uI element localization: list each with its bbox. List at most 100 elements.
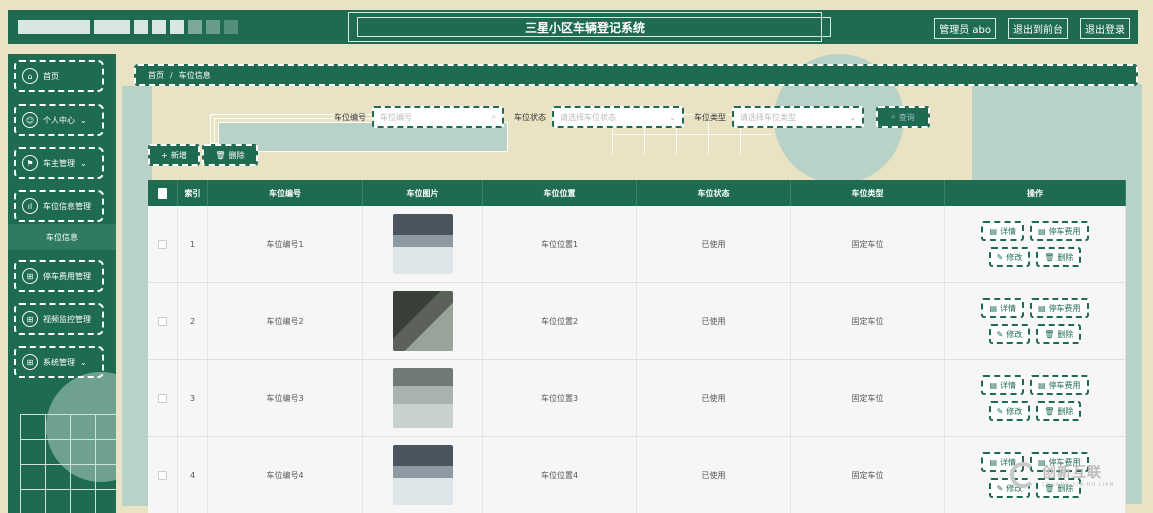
sidebar-item-system[interactable]: ⊞ 系统管理 ⌄ xyxy=(14,346,104,378)
row-location: 车位位置4 xyxy=(483,437,637,513)
search-type-label: 车位类型 xyxy=(694,112,726,122)
table-row: 3 车位编号3 车位位置3 已使用 固定车位 ▤ 详情 ▤ 停车费用 ✎ 修改 🗑 删除 xyxy=(148,360,1126,437)
detail-button[interactable]: ▤ 详情 xyxy=(981,221,1024,241)
admin-label: 管理员 abo xyxy=(934,18,996,39)
sidebar-item-label: 停车费用管理 xyxy=(43,271,91,281)
sidebar-item-owners[interactable]: ⚑ 车主管理 ⌄ xyxy=(14,147,104,179)
fee-button[interactable]: ▤ 停车费用 xyxy=(1030,221,1089,241)
row-type: 固定车位 xyxy=(791,360,945,436)
sidebar-item-home[interactable]: ⌂ 首页 xyxy=(14,60,104,92)
fee-button-label: 停车费用 xyxy=(1048,226,1081,236)
edit-button[interactable]: ✎ 修改 xyxy=(988,324,1031,344)
sidebar-item-video[interactable]: ⊞ 视频监控管理 xyxy=(14,303,104,335)
top-right-links: 管理员 abo 退出到前台 退出登录 xyxy=(934,18,1130,39)
logout-link[interactable]: 退出登录 xyxy=(1080,18,1130,39)
logo-subtitle: CHUANG XIN HU LIAN xyxy=(1042,482,1115,488)
pencil-icon: ✎ xyxy=(996,252,1004,262)
chevron-down-icon: ⌄ xyxy=(80,115,87,125)
column-header: 索引 xyxy=(178,180,208,206)
app-title: 三星小区车辆登记系统 xyxy=(348,12,831,42)
flag-icon: ⚑ xyxy=(22,155,38,171)
delete-button[interactable]: 🗑 删除 xyxy=(1036,247,1082,267)
back-to-front-link[interactable]: 退出到前台 xyxy=(1008,18,1068,39)
detail-button-label: 详情 xyxy=(1000,380,1016,390)
logo-name: 创新互联 xyxy=(1042,465,1102,481)
sidebar-item-label: 首页 xyxy=(43,71,59,81)
edit-button[interactable]: ✎ 修改 xyxy=(988,401,1031,421)
column-header: 车位位置 xyxy=(483,180,637,206)
trash-icon: 🗑 xyxy=(215,150,226,160)
bulk-delete-label: 删除 xyxy=(228,150,245,160)
add-button[interactable]: + 新增 xyxy=(148,144,200,166)
parking-photo xyxy=(392,445,453,505)
grid-icon: ⊞ xyxy=(22,268,38,284)
pencil-icon: ✎ xyxy=(996,329,1004,339)
top-decoration xyxy=(18,20,238,34)
edit-button-label: 修改 xyxy=(1006,406,1023,416)
select-all-checkbox[interactable] xyxy=(148,180,178,206)
grid-icon: ⊞ xyxy=(22,311,38,327)
sidebar-item-label: 车主管理 xyxy=(43,158,75,168)
trash-icon: 🗑 xyxy=(1044,252,1055,262)
row-checkbox[interactable] xyxy=(158,393,167,403)
column-header: 车位状态 xyxy=(637,180,791,206)
sidebar-item-label: 个人中心 xyxy=(43,115,75,125)
pencil-icon: ✎ xyxy=(996,406,1004,416)
sidebar-item-parking-info[interactable]: ıl 车位信息管理 xyxy=(14,190,104,222)
document-icon: ▤ xyxy=(989,380,997,390)
chevron-down-icon: ⌄ xyxy=(80,357,87,367)
sidebar-item-label: 车位信息管理 xyxy=(43,201,91,211)
edit-button-label: 修改 xyxy=(1006,252,1023,262)
breadcrumb-separator: / xyxy=(170,70,173,80)
search-code-group: 车位编号 车位编号 ⌕ xyxy=(334,106,504,128)
search-code-placeholder: 车位编号 xyxy=(380,112,412,122)
column-header: 车位类型 xyxy=(791,180,945,206)
user-icon: ☺ xyxy=(22,112,38,128)
column-header: 车位编号 xyxy=(208,180,363,206)
sidebar-item-fees[interactable]: ⊞ 停车费用管理 xyxy=(14,260,104,292)
sidebar-item-label: 系统管理 xyxy=(43,357,75,367)
row-status: 已使用 xyxy=(637,206,791,282)
delete-button-label: 删除 xyxy=(1057,406,1074,416)
query-button[interactable]: ⌕ 查询 xyxy=(876,106,930,128)
search-status-label: 车位状态 xyxy=(514,112,546,122)
breadcrumb-home[interactable]: 首页 xyxy=(148,70,164,81)
logo-mark-icon xyxy=(1010,462,1036,488)
fee-button[interactable]: ▤ 停车费用 xyxy=(1030,375,1089,395)
search-status-placeholder: 请选择车位状态 xyxy=(560,112,616,122)
document-icon: ▤ xyxy=(989,303,997,313)
row-status: 已使用 xyxy=(637,360,791,436)
detail-button[interactable]: ▤ 详情 xyxy=(981,298,1024,318)
detail-button-label: 详情 xyxy=(1000,303,1016,313)
row-checkbox[interactable] xyxy=(158,316,167,326)
edit-button[interactable]: ✎ 修改 xyxy=(988,247,1031,267)
sidebar-item-profile[interactable]: ☺ 个人中心 ⌄ xyxy=(14,104,104,136)
search-status-select[interactable]: 请选择车位状态 ⌄ xyxy=(552,106,684,128)
table-header: 索引 车位编号 车位图片 车位位置 车位状态 车位类型 操作 xyxy=(148,180,1126,206)
breadcrumb-current: 车位信息 xyxy=(178,70,211,80)
row-index: 3 xyxy=(178,360,208,436)
table-row: 1 车位编号1 车位位置1 已使用 固定车位 ▤ 详情 ▤ 停车费用 ✎ 修改 🗑 删除 xyxy=(148,206,1126,283)
row-type: 固定车位 xyxy=(791,437,945,513)
row-location: 车位位置1 xyxy=(483,206,637,282)
sidebar-subitem-parking-info[interactable]: 车位信息 xyxy=(8,224,116,250)
delete-button[interactable]: 🗑 删除 xyxy=(1036,401,1082,421)
delete-button-label: 删除 xyxy=(1057,329,1074,339)
row-type: 固定车位 xyxy=(791,206,945,282)
bulk-delete-button[interactable]: 🗑 删除 xyxy=(202,144,258,166)
delete-button[interactable]: 🗑 删除 xyxy=(1036,324,1082,344)
fee-button-label: 停车费用 xyxy=(1048,380,1081,390)
row-index: 4 xyxy=(178,437,208,513)
row-checkbox[interactable] xyxy=(158,470,167,480)
search-icon: ⌕ xyxy=(891,112,896,121)
search-type-select[interactable]: 请选择车位类型 ⌄ xyxy=(732,106,864,128)
table-row: 2 车位编号2 车位位置2 已使用 固定车位 ▤ 详情 ▤ 停车费用 ✎ 修改 🗑 删除 xyxy=(148,283,1126,360)
trash-icon: 🗑 xyxy=(1044,329,1055,339)
row-location: 车位位置2 xyxy=(483,283,637,359)
document-icon: ▤ xyxy=(1038,303,1046,313)
search-code-input[interactable]: 车位编号 ⌕ xyxy=(372,106,504,128)
detail-button[interactable]: ▤ 详情 xyxy=(981,375,1024,395)
sidebar-item-label: 视频监控管理 xyxy=(43,314,91,324)
fee-button[interactable]: ▤ 停车费用 xyxy=(1030,298,1089,318)
row-checkbox[interactable] xyxy=(158,239,167,249)
